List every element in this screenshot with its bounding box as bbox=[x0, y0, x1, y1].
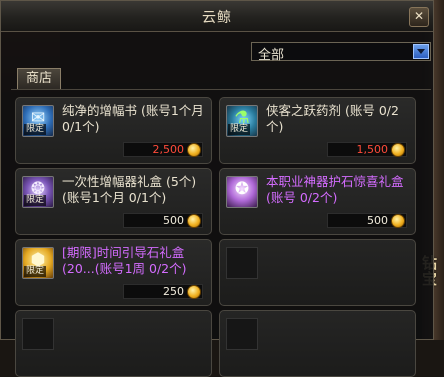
item-price: 1,500 bbox=[356, 143, 389, 156]
shop-item-card[interactable]: ⚗ 限定 侠客之跃药剂 (账号 0/2个) 1,500 bbox=[219, 97, 416, 164]
gold-coin-icon bbox=[391, 143, 405, 157]
item-price: 2,500 bbox=[152, 143, 185, 156]
empty-item-slot bbox=[219, 310, 416, 377]
price-box: 250 bbox=[123, 284, 203, 299]
tab-divider bbox=[11, 89, 431, 90]
close-button[interactable]: ✕ bbox=[409, 7, 429, 27]
purple-chest-icon: ✪ bbox=[226, 176, 258, 208]
item-name: 纯净的增幅书 (账号1个月 0/1个) bbox=[62, 103, 204, 134]
tab-shop[interactable]: 商店 bbox=[17, 68, 61, 89]
item-name: [期限]时间引导石礼盒(20...(账号1周 0/2个) bbox=[62, 245, 187, 276]
gold-stone-icon: ⬢ 限定 bbox=[22, 247, 54, 279]
item-price: 250 bbox=[163, 285, 184, 298]
limited-badge: 限定 bbox=[228, 124, 251, 135]
shop-item-card[interactable]: ✪ 本职业神器护石惊喜礼盒(账号 0/2个) 500 bbox=[219, 168, 416, 235]
window-titlebar[interactable]: 云鲸 ✕ bbox=[1, 1, 433, 32]
gold-coin-icon bbox=[187, 143, 201, 157]
empty-item-slot bbox=[219, 239, 416, 306]
blue-scroll-icon: ✉ 限定 bbox=[22, 105, 54, 137]
chevron-down-icon[interactable] bbox=[413, 44, 429, 59]
empty-icon-slot bbox=[226, 247, 258, 279]
limited-badge: 限定 bbox=[24, 195, 47, 206]
shop-window: 云鲸 ✕ 全部 商店 ✉ 限定 纯净的增幅书 (账号1个月 0/1个) 2,50… bbox=[0, 0, 434, 377]
limited-badge: 限定 bbox=[24, 266, 47, 277]
purple-box-icon: ❂ 限定 bbox=[22, 176, 54, 208]
item-name: 一次性增幅器礼盒 (5个)(账号1个月 0/1个) bbox=[62, 174, 197, 205]
shop-item-card[interactable]: ⬢ 限定 [期限]时间引导石礼盒(20...(账号1周 0/2个) 250 bbox=[15, 239, 212, 306]
window-title: 云鲸 bbox=[202, 10, 232, 26]
price-box: 500 bbox=[327, 213, 407, 228]
price-box: 500 bbox=[123, 213, 203, 228]
item-name: 本职业神器护石惊喜礼盒(账号 0/2个) bbox=[266, 174, 404, 205]
gold-coin-icon bbox=[187, 214, 201, 228]
gold-coin-icon bbox=[187, 285, 201, 299]
empty-icon-slot bbox=[226, 318, 258, 350]
item-price: 500 bbox=[163, 214, 184, 227]
shop-item-card[interactable]: ❂ 限定 一次性增幅器礼盒 (5个)(账号1个月 0/1个) 500 bbox=[15, 168, 212, 235]
item-name: 侠客之跃药剂 (账号 0/2个) bbox=[266, 103, 399, 134]
shop-item-card[interactable]: ✉ 限定 纯净的增幅书 (账号1个月 0/1个) 2,500 bbox=[15, 97, 212, 164]
gold-coin-icon bbox=[391, 214, 405, 228]
category-filter-dropdown[interactable]: 全部 bbox=[251, 42, 431, 63]
item-price: 500 bbox=[367, 214, 388, 227]
dropdown-selected-value: 全部 bbox=[258, 48, 285, 63]
limited-badge: 限定 bbox=[24, 124, 47, 135]
empty-item-slot bbox=[15, 310, 212, 377]
price-box: 1,500 bbox=[327, 142, 407, 157]
close-icon: ✕ bbox=[413, 9, 425, 23]
price-box: 2,500 bbox=[123, 142, 203, 157]
empty-icon-slot bbox=[22, 318, 54, 350]
green-potion-icon: ⚗ 限定 bbox=[226, 105, 258, 137]
